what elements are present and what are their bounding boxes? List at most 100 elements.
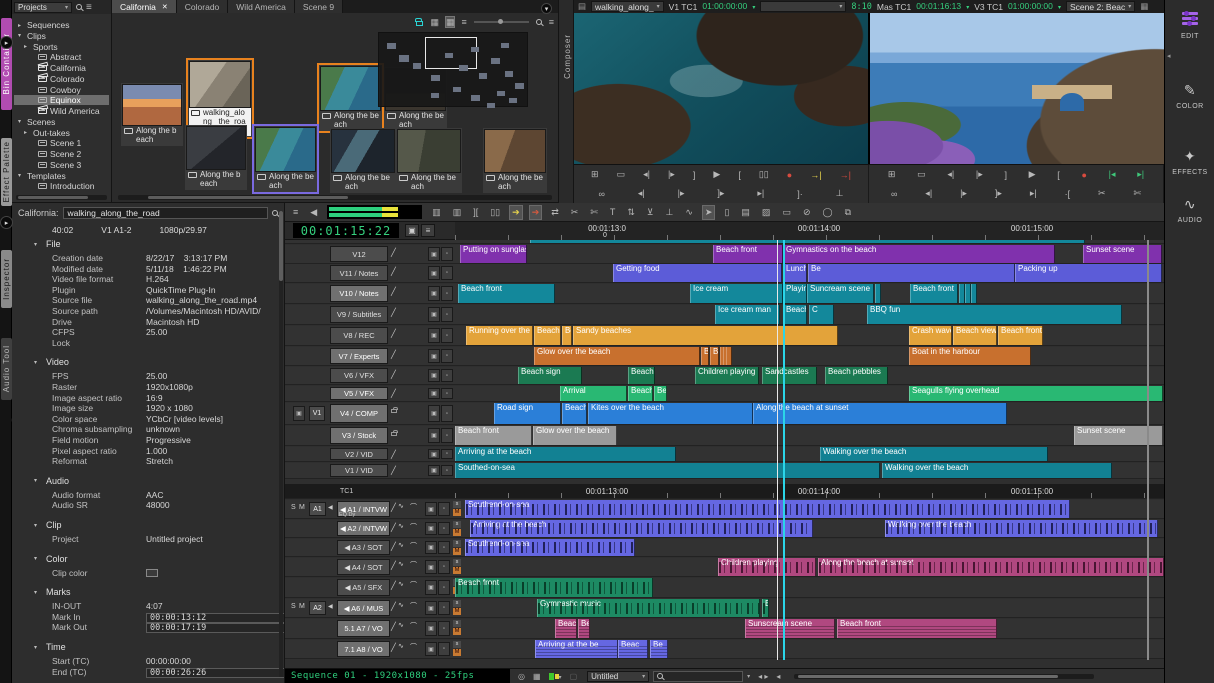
position-timecode[interactable]: 00:01:15:22 xyxy=(293,223,399,238)
timeline-clip[interactable]: Ice cream man xyxy=(715,305,780,324)
tree-item-scene-3[interactable]: Scene 3 xyxy=(14,160,109,170)
timeline-clip[interactable]: Ice cream xyxy=(690,284,783,303)
timeline-clip[interactable]: Children playing xyxy=(695,367,759,384)
section-title-audio[interactable]: ▾Audio xyxy=(34,476,69,486)
master-timecode[interactable]: 00:01:16:13 ▾ xyxy=(916,1,969,12)
bin-clip-card[interactable]: Along the beach xyxy=(319,65,382,131)
timeline-ruler[interactable]: 00:01:13:000:01:14:0000:01:15:000 xyxy=(455,222,1164,240)
timeline-clip[interactable] xyxy=(530,240,1085,243)
playhead[interactable] xyxy=(783,240,785,660)
thumb-zoom-slider[interactable] xyxy=(474,21,529,23)
track-select-button[interactable]: ▫ xyxy=(438,541,450,554)
timeline-clip[interactable]: Arriving at the be xyxy=(535,640,618,658)
sf1-button[interactable]: |▸ xyxy=(960,188,967,199)
stepf-button[interactable]: |▸ xyxy=(976,169,983,180)
tree-item-cowboy[interactable]: Cowboy xyxy=(14,85,109,95)
link-button[interactable]: ∞ xyxy=(598,189,604,199)
track-button-a2[interactable]: ◀ A2 / INTVW xyxy=(337,521,390,536)
speaker-icon[interactable]: ◀ xyxy=(308,206,319,219)
timeline-clip[interactable]: Southed-on-sea xyxy=(455,463,880,478)
razor-icon[interactable]: ✄ xyxy=(588,206,600,219)
timeline-clip[interactable]: Running over the s xyxy=(466,326,533,345)
disclosure-open-icon[interactable]: ▾ xyxy=(34,589,40,596)
bin-clip-card[interactable]: Along the beach xyxy=(483,128,547,193)
bin-search-icon[interactable] xyxy=(536,19,542,25)
timeline-clip[interactable]: BBQ fun xyxy=(867,305,1122,324)
track-button-a6[interactable]: ◀ A6 / MUS xyxy=(337,600,390,616)
monitor-toggle-icon[interactable]: ▦ xyxy=(533,672,541,681)
toolset-select[interactable]: Untitled▾ xyxy=(587,671,649,682)
track-select-button[interactable]: ▫ xyxy=(441,286,453,301)
monitor-button[interactable]: ▣ xyxy=(428,369,440,382)
spl-button[interactable]: ⊥ xyxy=(836,188,844,199)
timeline-clip[interactable]: Southend-on-sea xyxy=(465,500,1070,518)
monitor-button[interactable]: ▣ xyxy=(428,349,440,363)
g2o-button[interactable]: ]▸ xyxy=(995,188,1002,199)
play-button[interactable]: ▶ xyxy=(713,169,720,180)
timeline-clip[interactable]: Be xyxy=(654,386,667,401)
tree-item-abstract[interactable]: Abstract xyxy=(14,52,109,62)
monitor-button[interactable]: ▣ xyxy=(428,388,440,399)
stepb-button[interactable]: ◂| xyxy=(947,169,954,180)
disclosure-closed-icon[interactable]: ▸ xyxy=(18,22,24,29)
section-title-time[interactable]: ▾Time xyxy=(34,642,66,652)
timeline-clip[interactable]: Beach xyxy=(783,305,807,324)
track-button-a7[interactable]: 5.1 A7 / VO xyxy=(337,620,390,637)
monitor-button[interactable]: ▣ xyxy=(425,580,437,595)
waveform-toggle-icon[interactable]: ∿ xyxy=(398,522,404,530)
timeline-clip[interactable]: Walking over the beach xyxy=(885,520,1158,537)
property-value-input[interactable]: 00:00:13:12 xyxy=(146,613,285,623)
audio-curve-icon[interactable]: ∿ xyxy=(683,206,695,219)
tree-item-sports[interactable]: ▸Sports xyxy=(14,42,109,52)
search-caret[interactable]: ▾ xyxy=(747,673,750,680)
bin-clip-card[interactable]: Along the beach xyxy=(254,126,317,192)
grid-icon[interactable]: ▦ xyxy=(1140,1,1148,12)
tree-item-templates[interactable]: ▾Templates xyxy=(14,171,109,181)
text-tool-icon[interactable]: T xyxy=(608,206,618,218)
monitor-button[interactable]: ▣ xyxy=(428,465,440,476)
track-select-button[interactable]: ▫ xyxy=(438,580,450,595)
sidebar-item-audio[interactable]: ∿ AUDIO xyxy=(1165,196,1214,224)
sf1-button[interactable]: |▸ xyxy=(678,188,685,199)
group-mute-label[interactable]: M xyxy=(299,504,305,511)
lock-icon[interactable] xyxy=(391,406,397,415)
waveform-toggle-icon[interactable]: ∿ xyxy=(398,601,404,609)
group-solo-label[interactable]: S xyxy=(291,603,296,610)
track-select-button[interactable]: ▫ xyxy=(441,388,453,399)
timeline-clip[interactable]: Be xyxy=(562,326,572,345)
unlock-icon[interactable] xyxy=(416,21,423,26)
panel-expand-button-2[interactable]: ▸ xyxy=(0,216,13,229)
timeline-clip[interactable]: Southend-on-sea xyxy=(465,539,635,556)
back-icon[interactable]: ◂ xyxy=(776,672,780,681)
circle-icon[interactable]: ◯ xyxy=(821,206,835,219)
group-solo-label[interactable]: S xyxy=(291,504,296,511)
waveform-toggle-icon[interactable]: ∿ xyxy=(398,560,404,568)
snap-edge-icon[interactable]: ▥ xyxy=(451,206,464,219)
composer-tab-label[interactable]: Composer xyxy=(563,34,572,79)
timeline-clip[interactable]: Kites over the beach xyxy=(588,403,753,424)
timeline-clip[interactable]: B xyxy=(762,599,769,617)
exty-button[interactable]: →| xyxy=(810,170,821,180)
splice-in-icon[interactable]: ⊻ xyxy=(645,206,656,219)
timeline-clip[interactable]: Walking over the beach xyxy=(820,447,1048,461)
center-menu[interactable]: ▾ xyxy=(760,1,846,12)
track-select-button[interactable]: ▫ xyxy=(441,307,453,322)
tab-effect-palette[interactable]: Effect Palette xyxy=(1,138,12,206)
section-title-color[interactable]: ▾Color xyxy=(34,554,68,564)
pencil-icon[interactable]: ╱ xyxy=(391,622,396,631)
timeline-clip[interactable]: Glow over the beach xyxy=(533,426,617,445)
hamburger-icon[interactable]: ≡ xyxy=(291,206,300,218)
waveform-toggle-icon[interactable]: ∿ xyxy=(398,642,404,650)
timeline-clip[interactable]: Be xyxy=(578,619,590,638)
track-button-v3[interactable]: V3 / Stock xyxy=(330,427,388,444)
source-track-label[interactable]: V1 xyxy=(309,406,325,421)
bin-tab-scene-9[interactable]: Scene 9 xyxy=(295,0,343,13)
monitor-button[interactable]: ▣ xyxy=(428,328,440,343)
monitor-button[interactable]: ▣ xyxy=(428,286,440,301)
disclosure-open-icon[interactable]: ▾ xyxy=(18,172,24,179)
automation-icon[interactable]: ⌒ xyxy=(410,580,417,590)
pencil-icon[interactable]: ╱ xyxy=(391,329,396,338)
bin-tab-california[interactable]: California✕ xyxy=(112,0,177,13)
monitor-button[interactable]: ▣ xyxy=(428,266,440,280)
stepf-button[interactable]: |▸ xyxy=(668,169,675,180)
